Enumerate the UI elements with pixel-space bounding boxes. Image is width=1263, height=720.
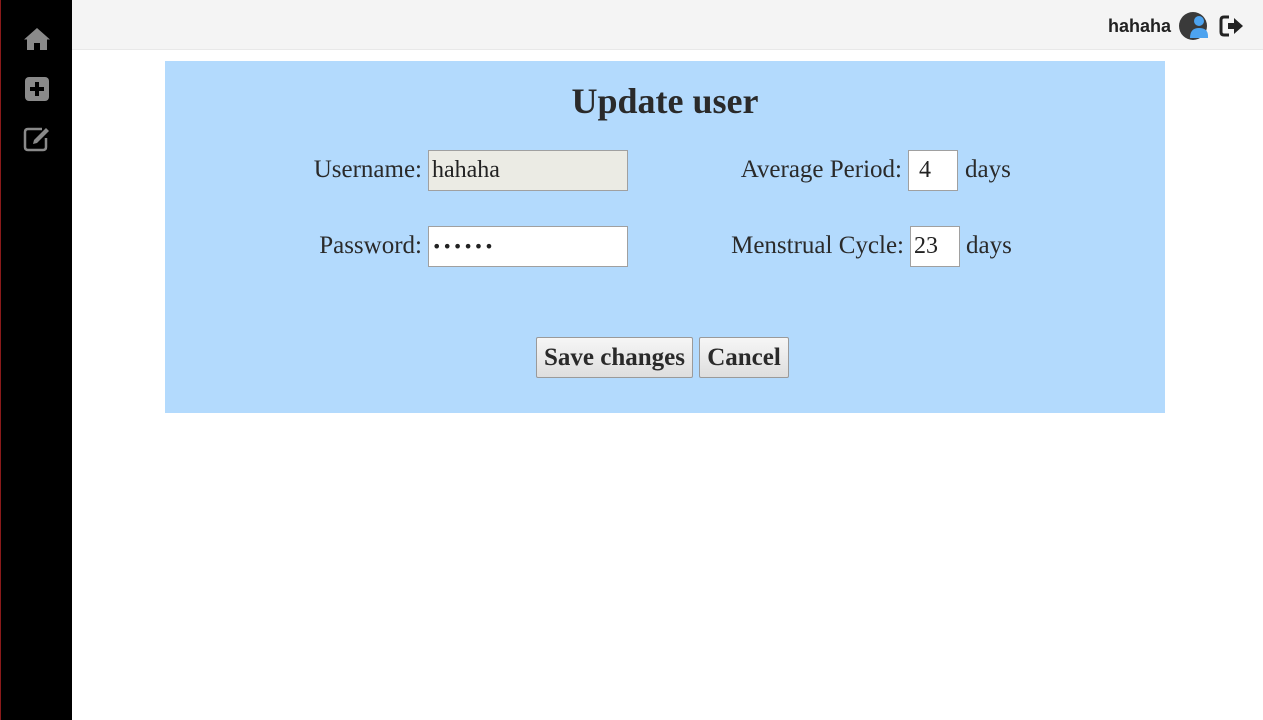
average-period-input[interactable] — [908, 150, 958, 191]
top-bar: hahaha — [72, 0, 1263, 50]
username-input[interactable] — [428, 150, 628, 191]
save-changes-button[interactable]: Save changes — [536, 337, 693, 378]
menstrual-cycle-label: Menstrual Cycle: — [731, 232, 904, 259]
password-label: Password: — [319, 232, 422, 259]
menstrual-cycle-unit: days — [966, 232, 1012, 259]
page-title: Update user — [571, 81, 759, 121]
user-avatar-icon[interactable] — [1179, 12, 1209, 40]
home-icon[interactable] — [22, 24, 52, 54]
current-username: hahaha — [1107, 15, 1171, 36]
sidebar — [0, 0, 72, 720]
plus-square-icon[interactable] — [22, 74, 52, 104]
cancel-button[interactable]: Cancel — [699, 337, 789, 378]
menstrual-cycle-input[interactable] — [910, 226, 960, 267]
average-period-unit: days — [965, 156, 1011, 183]
password-input[interactable] — [428, 226, 628, 267]
username-label: Username: — [313, 156, 422, 183]
update-user-panel: Update user Username: Password: Average … — [165, 61, 1165, 413]
user-menu: hahaha — [1108, 12, 1245, 40]
edit-icon[interactable] — [22, 123, 52, 153]
average-period-label: Average Period: — [740, 156, 902, 183]
logout-icon[interactable] — [1219, 14, 1245, 38]
